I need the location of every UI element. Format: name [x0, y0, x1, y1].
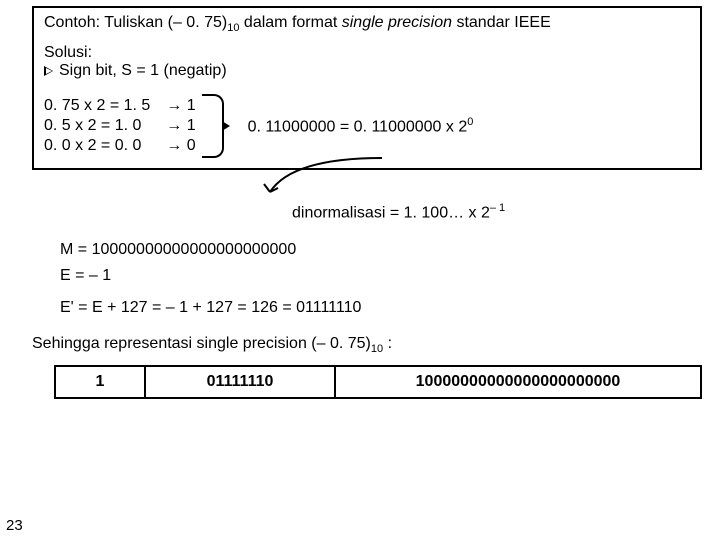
sign-bit-text: Sign bit, S = 1 (negatip)	[59, 62, 227, 80]
calc-arrow: → 1	[166, 117, 195, 135]
title-suffix: standar IEEE	[452, 14, 551, 31]
calc-columns: 0. 75 x 2 = 1. 5 0. 5 x 2 = 1. 0 0. 0 x …	[44, 97, 196, 155]
sehingga-suffix: :	[383, 335, 392, 352]
solusi-label: Solusi:	[44, 44, 690, 62]
example-title: Contoh: Tuliskan (– 0. 75)10 dalam forma…	[44, 14, 690, 34]
title-italic: single precision	[342, 14, 452, 31]
result-table: 1 01111110 10000000000000000000000	[54, 365, 702, 399]
calc-arrow: → 1	[166, 97, 195, 115]
triangle-bullet-icon	[44, 66, 53, 76]
calc-row: 0. 5 x 2 = 1. 0	[44, 117, 150, 135]
calculation-block: 0. 75 x 2 = 1. 5 0. 5 x 2 = 1. 0 0. 0 x …	[44, 94, 690, 158]
calc-right-col: → 1 → 1 → 0	[166, 97, 195, 155]
sign-cell: 1	[56, 367, 146, 397]
arrow-down-icon	[252, 156, 392, 202]
calc-arrow: → 0	[166, 137, 195, 155]
mantissa-line: M = 10000000000000000000000	[60, 241, 706, 259]
title-mid: dalam format	[239, 14, 341, 31]
exponent-cell: 01111110	[146, 367, 336, 397]
biased-exponent-line: E' = E + 127 = – 1 + 127 = 126 = 0111111…	[60, 299, 706, 317]
calc-row: 0. 75 x 2 = 1. 5	[44, 97, 150, 115]
title-prefix: Contoh: Tuliskan (– 0. 75)	[44, 14, 227, 31]
curly-brace-icon	[202, 94, 224, 158]
page-number: 23	[6, 517, 23, 534]
result-pre: 0. 11000000 = 0. 11000000 x 2	[248, 118, 468, 135]
calc-left-col: 0. 75 x 2 = 1. 5 0. 5 x 2 = 1. 0 0. 0 x …	[44, 97, 150, 155]
example-box: Contoh: Tuliskan (– 0. 75)10 dalam forma…	[32, 6, 702, 170]
sehingga-pre: Sehingga representasi single precision (…	[32, 335, 371, 352]
calc-row: 0. 0 x 2 = 0. 0	[44, 137, 150, 155]
exponent-line: E = – 1	[60, 267, 706, 285]
result-exp: 0	[467, 116, 473, 128]
normalization-block: dinormalisasi = 1. 100… x 2– 1	[32, 184, 706, 222]
fraction-result: 0. 11000000 = 0. 11000000 x 20	[248, 116, 474, 136]
normal-pre: dinormalisasi = 1. 100… x 2	[292, 205, 490, 222]
conclusion-line: Sehingga representasi single precision (…	[32, 335, 706, 355]
sign-bit-row: Sign bit, S = 1 (negatip)	[44, 62, 690, 80]
sehingga-sub: 10	[371, 343, 383, 355]
mantissa-cell: 10000000000000000000000	[336, 367, 700, 397]
title-sub: 10	[227, 22, 239, 34]
solution-block: Solusi: Sign bit, S = 1 (negatip)	[44, 44, 690, 80]
normal-exp: – 1	[490, 202, 505, 214]
